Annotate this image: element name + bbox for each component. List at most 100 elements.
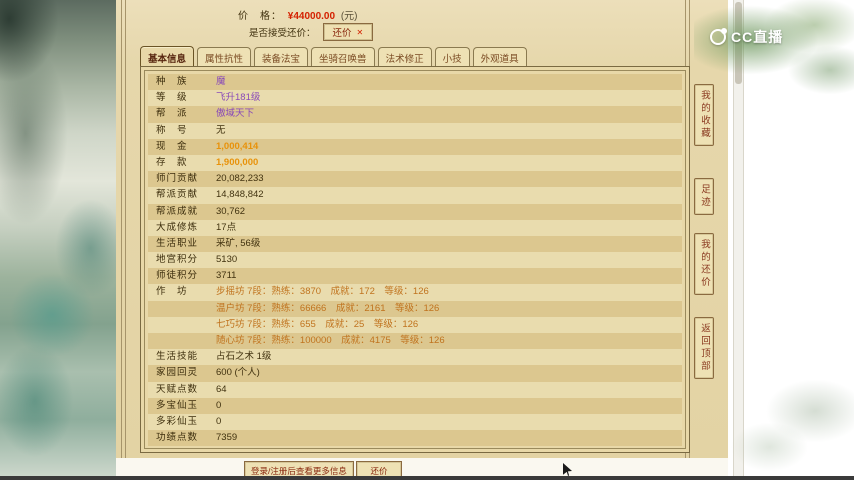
row-value: 30,762 [216,205,246,217]
footer-strip: 登录/注册后查看更多信息 还价 [116,458,728,477]
cc-live-logo: CC直播 [710,27,783,47]
row-label: 师门贡献 [156,173,199,185]
row-label: 大成修炼 [156,221,199,233]
tab-basic[interactable]: 基本信息 [140,46,195,67]
row-value: 7359 [216,432,238,444]
row-label [156,301,216,317]
table-row: 随心坊 7段：熟练：100000 成就：4175 等级：126 [148,333,682,350]
row-value: 600 (个人) [216,367,260,379]
row-label: 称 号 [156,124,188,136]
table-row: 家园回灵 600 (个人) [148,365,682,382]
tab-mount[interactable]: 坐骑召唤兽 [311,47,375,67]
row-value: 0 [216,415,222,427]
row-label: 存 款 [156,156,188,168]
bargain-button-label: 还价 [332,28,352,39]
leaf-decoration-bottom [724,357,854,477]
row-label: 帮派成就 [156,205,199,217]
table-row: 七巧坊 7段：熟练：655 成就：25 等级：126 [148,316,682,333]
leaf-decoration-top [694,0,854,100]
cc-logo-icon [710,28,727,45]
row-label: 天赋点数 [156,383,199,395]
row-value: 1,900,000 [216,156,259,168]
table-row: 作 坊 步摇坊 7段：熟练：3870 成就：172 等级：126 [148,284,682,301]
row-label: 功绩点数 [156,432,199,444]
row-label: 帮派贡献 [156,189,199,201]
row-value: 5130 [216,254,238,266]
close-icon: ✕ [356,27,364,37]
bargain-label: 是否接受还价： [249,28,316,39]
row-label: 多宝仙玉 [156,399,199,411]
bargain-row: 是否接受还价： 还价 ✕ [249,23,374,41]
side-nav-back-to-top[interactable]: 返回顶部 [694,317,714,379]
side-nav-my-bargains[interactable]: 我的还价 [694,233,714,295]
table-row: 生活职业 采矿, 56级 [148,235,682,253]
row-value: 14,848,842 [216,189,264,201]
table-row: 帮派成就 30,762 [148,203,682,220]
row-value: 傲域天下 [216,108,255,120]
table-row: 师门贡献 20,082,233 [148,171,682,188]
login-register-button[interactable]: 登录/注册后查看更多信息 [244,461,354,477]
row-value: 无 [216,124,226,136]
tab-equip[interactable]: 装备法宝 [254,47,309,67]
table-row: 现 金 1,000,414 [148,138,682,155]
page: 价 格： ¥44000.00 (元) 是否接受还价： 还价 ✕ 基本信息 属性抗性… [0,0,854,480]
listing-panel: 价 格： ¥44000.00 (元) 是否接受还价： 还价 ✕ 基本信息 属性抗性… [116,0,728,458]
table-row: 帮派贡献 14,848,842 [148,187,682,204]
row-value: 飞升181级 [216,92,261,104]
table-row: 多彩仙玉 0 [148,413,682,431]
tab-appearance[interactable]: 外观道具 [472,47,527,67]
table-row: 生活技能 占石之术 1级 [148,349,682,366]
bargain-button[interactable]: 还价 ✕ [322,23,374,41]
tab-attrs[interactable]: 属性抗性 [197,47,252,67]
tab-spell[interactable]: 法术修正 [377,47,432,67]
side-nav-footprints[interactable]: 足迹 [694,178,714,215]
row-label [156,333,216,349]
cc-logo-text: CC直播 [731,29,784,45]
table-row: 地宫积分 5130 [148,252,682,269]
table-row: 师徒积分 3711 [148,268,682,285]
tab-minor[interactable]: 小技 [434,47,470,67]
table-row: 帮 派 傲域天下 [148,106,682,123]
row-label: 多彩仙玉 [156,415,199,427]
table-row: 存 款 1,900,000 [148,154,682,172]
table-row: 多宝仙玉 0 [148,397,682,414]
row-value: 采矿, 56级 [216,237,261,249]
row-label: 地宫积分 [156,254,199,266]
table-row: 功绩点数 7359 [148,430,682,447]
row-value: 温户坊 7段：熟练：66666 成就：2161 等级：126 [216,302,440,314]
character-info-panel: 种 族 魔等 级 飞升181级帮 派 傲域天下称 号 无现 金 1,000,414 存 款 1… [140,66,690,453]
left-ornament-border [121,0,126,458]
row-label: 作 坊 [156,286,188,298]
price-label: 价 格： [238,11,282,22]
row-value: 随心坊 7段：熟练：100000 成就：4175 等级：126 [216,335,445,346]
row-value: 步摇坊 7段：熟练：3870 成就：172 等级：126 [216,286,429,298]
table-row: 天赋点数 64 [148,381,682,398]
footer-bargain-button[interactable]: 还价 [356,461,402,477]
row-value: 七巧坊 7段：熟练：655 成就：25 等级：126 [216,318,419,330]
row-value: 1,000,414 [216,140,259,152]
row-label [156,317,216,333]
row-label: 生活技能 [156,351,199,363]
row-value: 占石之术 1级 [216,351,272,363]
side-nav: 我的收藏 足迹 我的还价 返回顶部 [694,84,714,379]
row-value: 20,082,233 [216,173,264,185]
table-row: 等 级 飞升181级 [148,90,682,107]
row-value: 3711 [216,270,237,282]
table-row: 称 号无 [148,122,682,139]
info-table: 种 族 魔等 级 飞升181级帮 派 傲域天下称 号 无现 金 1,000,414 存 款 1… [148,74,682,447]
price-row: 价 格： ¥44000.00 (元) [238,7,358,22]
row-label: 种 族 [156,76,188,87]
row-label: 家园回灵 [156,367,199,379]
row-value: 0 [216,399,222,411]
row-label: 帮 派 [156,108,188,120]
price-unit: (元) [340,11,358,22]
table-row: 种 族魔 [148,74,682,91]
table-row: 大成修炼 17点 [148,219,682,236]
price-value: ¥44000.00 [287,11,336,22]
row-value: 17点 [216,221,237,233]
tabs: 基本信息 属性抗性 装备法宝 坐骑召唤兽 法术修正 小技 外观道具 [140,46,530,67]
row-value: 魔 [216,76,226,87]
row-label: 等 级 [156,92,188,104]
row-label: 生活职业 [156,237,199,249]
table-row: 温户坊 7段：熟练：66666 成就：2161 等级：126 [148,300,682,317]
